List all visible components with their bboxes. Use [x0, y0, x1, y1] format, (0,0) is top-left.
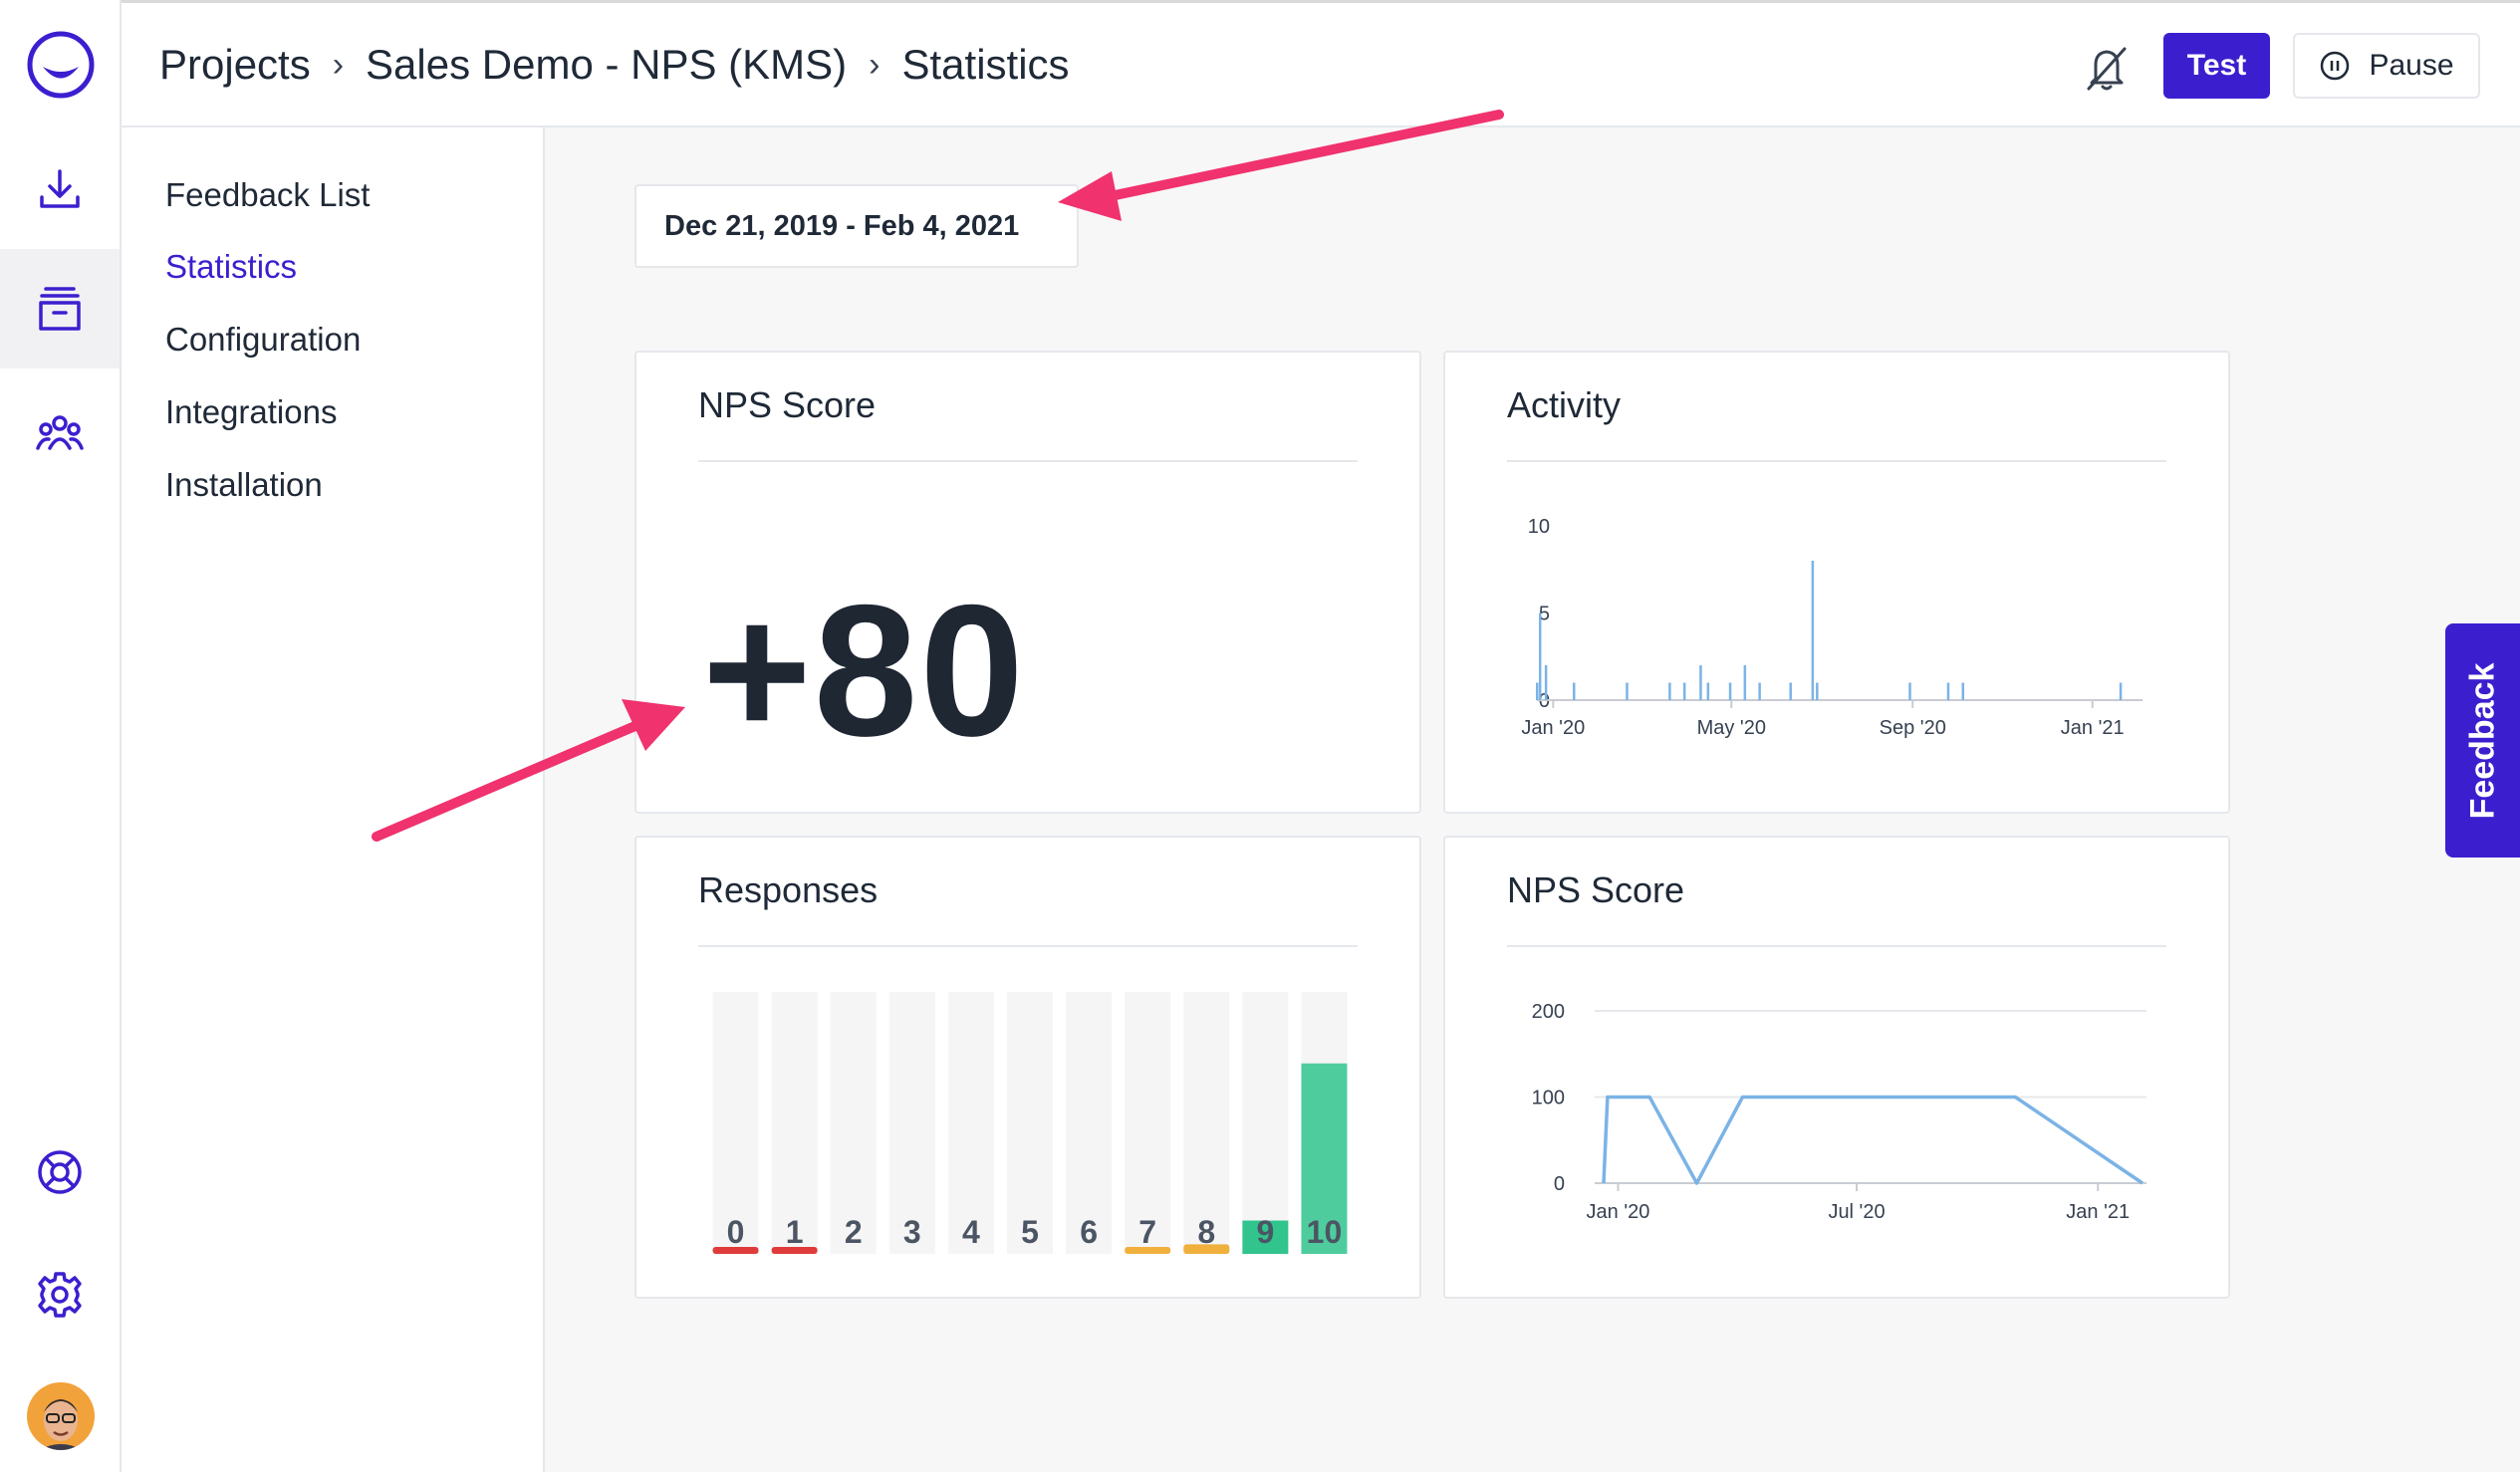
- breadcrumb-project[interactable]: Sales Demo - NPS (KMS): [366, 41, 847, 89]
- inbox-icon[interactable]: [0, 249, 120, 368]
- divider: [698, 460, 1358, 462]
- activity-bar: [1626, 682, 1629, 700]
- chevron-right-icon: ›: [332, 45, 345, 84]
- feedback-widget-tab[interactable]: Feedback: [2445, 623, 2520, 858]
- breadcrumb-current: Statistics: [901, 41, 1070, 88]
- y-tick-label: 10: [1528, 516, 1550, 538]
- response-score-label: 6: [1080, 1214, 1098, 1250]
- pause-icon: [2321, 51, 2350, 81]
- activity-bar: [1706, 682, 1710, 700]
- response-score-label: 1: [786, 1214, 804, 1250]
- project-subnav: Feedback List Statistics Configuration I…: [122, 127, 545, 1472]
- x-tick-label: Jan '21: [2066, 1201, 2130, 1223]
- nps-score-value: +80: [702, 566, 1026, 775]
- responses-card: Responses 0 1 2 3 4 5 6 7 8 9 10: [634, 836, 1421, 1299]
- activity-bar: [1668, 682, 1671, 700]
- x-tick-label: Jan '21: [2061, 717, 2125, 739]
- activity-bar: [1789, 682, 1792, 700]
- x-tick-label: Jul '20: [1828, 1201, 1885, 1223]
- activity-bar: [1728, 682, 1732, 700]
- pause-button[interactable]: Pause: [2293, 33, 2480, 99]
- activity-bar: [1538, 613, 1542, 700]
- icon-rail: [0, 0, 122, 1472]
- activity-card: Activity 0510Jan '20May '20Sep '20Jan '2…: [1443, 351, 2230, 814]
- activity-bar: [1544, 665, 1548, 700]
- nps-score-card: NPS Score +80: [634, 351, 1421, 814]
- card-title: NPS Score: [698, 384, 877, 425]
- nps-line-chart: 0 100 200 Jan '20 Jul '20 Jan '21: [1532, 1001, 2146, 1223]
- help-lifebuoy-icon[interactable]: [0, 1112, 120, 1232]
- activity-bar: [1758, 682, 1761, 700]
- responses-chart: 0 1 2 3 4 5 6 7 8 9 10: [712, 992, 1348, 1254]
- activity-bar: [1699, 665, 1702, 700]
- annotation-arrow: [1058, 110, 1504, 221]
- breadcrumb: Projects › Sales Demo - NPS (KMS) › Stat…: [159, 41, 1070, 89]
- x-tick-label: Jan '20: [1521, 717, 1585, 739]
- team-icon[interactable]: [0, 373, 120, 493]
- test-button[interactable]: Test: [2163, 33, 2270, 99]
- nps-trend-card: NPS Score 0 100 200 Jan '20 Jul '20 Jan '21: [1443, 836, 2230, 1299]
- settings-gear-icon[interactable]: [0, 1235, 120, 1354]
- nps-series-line: [1602, 1095, 2143, 1185]
- chevron-right-icon: ›: [869, 45, 881, 84]
- activity-bar: [1682, 682, 1686, 700]
- activity-bar: [1572, 682, 1576, 700]
- activity-bar: [1946, 682, 1950, 700]
- pause-button-label: Pause: [2369, 49, 2454, 82]
- response-score-label: 9: [1256, 1214, 1274, 1250]
- activity-chart: 0510Jan '20May '20Sep '20Jan '21: [1521, 516, 2142, 739]
- y-tick-label: 0: [1554, 1173, 1565, 1195]
- activity-bar: [1961, 682, 1965, 700]
- subnav-configuration[interactable]: Configuration: [165, 321, 361, 359]
- top-header: Projects › Sales Demo - NPS (KMS) › Stat…: [122, 0, 2520, 127]
- response-score-label: 4: [962, 1214, 980, 1250]
- response-score-label: 7: [1138, 1214, 1156, 1250]
- response-score-label: 3: [903, 1214, 921, 1250]
- subnav-statistics[interactable]: Statistics: [165, 248, 297, 286]
- response-score-label: 0: [727, 1214, 745, 1250]
- response-score-label: 10: [1307, 1214, 1343, 1250]
- response-score-label: 5: [1021, 1214, 1039, 1250]
- notifications-off-icon[interactable]: [2084, 43, 2130, 93]
- date-range-picker[interactable]: Dec 21, 2019 - Feb 4, 2021: [634, 184, 1079, 268]
- subnav-feedback-list[interactable]: Feedback List: [165, 176, 370, 214]
- activity-bar: [1816, 682, 1819, 700]
- x-tick-label: Sep '20: [1880, 717, 1946, 739]
- user-avatar[interactable]: [27, 1382, 95, 1450]
- logo-icon[interactable]: [26, 30, 96, 100]
- response-score-label: 2: [845, 1214, 863, 1250]
- x-tick-label: Jan '20: [1587, 1201, 1650, 1223]
- feedback-tab-label: Feedback: [2463, 662, 2501, 819]
- subnav-integrations[interactable]: Integrations: [165, 393, 337, 431]
- activity-bar: [1743, 665, 1747, 700]
- y-tick-label: 200: [1532, 1001, 1565, 1023]
- breadcrumb-projects[interactable]: Projects: [159, 41, 311, 89]
- activity-bar: [1908, 682, 1911, 700]
- activity-bar: [1536, 682, 1539, 700]
- subnav-installation[interactable]: Installation: [165, 466, 323, 504]
- activity-bar: [2119, 682, 2123, 700]
- response-score-label: 8: [1197, 1214, 1215, 1250]
- download-icon[interactable]: [0, 129, 120, 249]
- x-tick-label: May '20: [1697, 717, 1766, 739]
- y-tick-label: 100: [1532, 1088, 1565, 1109]
- activity-bar: [1811, 561, 1815, 700]
